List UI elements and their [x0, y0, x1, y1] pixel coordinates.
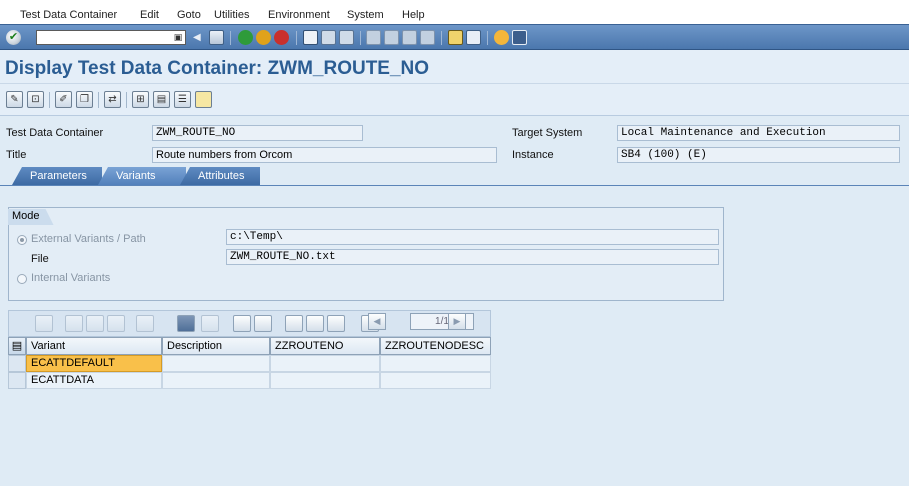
settings-icon[interactable]	[327, 315, 345, 332]
table-cell-variant[interactable]: ECATTDEFAULT	[26, 355, 162, 372]
copy-icon[interactable]: ❐	[76, 91, 93, 108]
title-field[interactable]: Route numbers from Orcom	[152, 147, 497, 163]
internal-variants-radio[interactable]	[17, 274, 27, 284]
tab-attributes[interactable]: Attributes	[180, 167, 260, 185]
other-object-icon[interactable]: ⊡	[27, 91, 44, 108]
delete-column-icon[interactable]	[201, 315, 219, 332]
title-label: Title	[6, 149, 27, 161]
append-row-icon[interactable]	[65, 315, 83, 332]
shortcut-icon[interactable]	[466, 30, 481, 45]
display-change-icon[interactable]: ✎	[6, 91, 23, 108]
file-label: File	[31, 253, 49, 265]
target-system-label: Target System	[512, 127, 583, 139]
edit-icon[interactable]: ✐	[55, 91, 72, 108]
insert-row-icon[interactable]	[86, 315, 104, 332]
path-field[interactable]: c:\Temp\	[226, 229, 719, 245]
copy-row-icon[interactable]	[136, 315, 154, 332]
tab-variants[interactable]: Variants	[98, 167, 186, 185]
details-grid-icon[interactable]	[254, 315, 272, 332]
table-cell-zzrouteno[interactable]	[270, 372, 380, 389]
next-page-icon[interactable]	[402, 30, 417, 45]
table-cell-zzrouteno[interactable]	[270, 355, 380, 372]
external-variants-radio[interactable]	[17, 235, 27, 245]
menu-test-data-container[interactable]: Test Data Container	[20, 9, 117, 21]
where-used-icon[interactable]: ⇄	[104, 91, 121, 108]
enter-check-icon[interactable]: ✔	[6, 30, 21, 45]
standard-toolbar: ✔ ▣ ◀	[0, 24, 909, 50]
info-icon[interactable]	[195, 91, 212, 108]
instance-label: Instance	[512, 149, 554, 161]
menu-bar: Test Data Container Edit Goto Utilities …	[0, 0, 909, 25]
application-toolbar: ✎ ⊡ ✐ ❐ ⇄ ⊞ ▤ ☰	[0, 84, 909, 116]
hierarchy-icon[interactable]: ⊞	[132, 91, 149, 108]
column-header-variant[interactable]: Variant	[26, 337, 162, 355]
row-selector[interactable]	[8, 355, 26, 372]
column-header-description[interactable]: Description	[162, 337, 270, 355]
find-icon[interactable]	[321, 30, 336, 45]
first-page-icon[interactable]	[366, 30, 381, 45]
exit-icon[interactable]	[256, 30, 271, 45]
cancel-icon[interactable]	[274, 30, 289, 45]
filter-icon[interactable]	[306, 315, 324, 332]
menu-edit[interactable]: Edit	[140, 9, 159, 21]
column-select-icon[interactable]	[177, 315, 195, 332]
print-grid-icon[interactable]	[233, 315, 251, 332]
last-page-icon[interactable]	[420, 30, 435, 45]
menu-environment[interactable]: Environment	[268, 9, 330, 21]
instance-field[interactable]: SB4 (100) (E)	[617, 147, 900, 163]
find-next-icon[interactable]	[339, 30, 354, 45]
select-all-icon[interactable]: ▤	[8, 337, 26, 355]
tdc-label: Test Data Container	[6, 127, 104, 139]
details-icon[interactable]: ☰	[174, 91, 191, 108]
tab-strip: Parameters Variants Attributes	[0, 167, 909, 185]
external-variants-label: External Variants / Path	[31, 233, 146, 245]
menu-system[interactable]: System	[347, 9, 384, 21]
layout-menu-icon[interactable]	[512, 30, 527, 45]
tdc-field[interactable]: ZWM_ROUTE_NO	[152, 125, 363, 141]
file-field[interactable]: ZWM_ROUTE_NO.txt	[226, 249, 719, 265]
menu-help[interactable]: Help	[402, 9, 425, 21]
delete-row-icon[interactable]	[107, 315, 125, 332]
page-title: Display Test Data Container: ZWM_ROUTE_N…	[5, 58, 430, 79]
page-next-button[interactable]: ▶	[448, 313, 466, 330]
column-header-zzrouteno[interactable]: ZZROUTENO	[270, 337, 380, 355]
command-history-icon[interactable]: ▣	[172, 31, 184, 43]
back-icon[interactable]	[238, 30, 253, 45]
save-icon[interactable]	[209, 30, 224, 45]
check-entries-icon[interactable]	[35, 315, 53, 332]
target-system-field[interactable]: Local Maintenance and Execution	[617, 125, 900, 141]
previous-page-icon[interactable]	[384, 30, 399, 45]
help-icon[interactable]	[494, 30, 509, 45]
menu-utilities[interactable]: Utilities	[214, 9, 249, 21]
display-object-icon[interactable]: ▤	[153, 91, 170, 108]
print-icon[interactable]	[303, 30, 318, 45]
table-cell-description[interactable]	[162, 355, 270, 372]
page-prev-button[interactable]: ◀	[368, 313, 386, 330]
table-cell-zzroutenodesc[interactable]	[380, 372, 491, 389]
table-cell-zzroutenodesc[interactable]	[380, 355, 491, 372]
row-selector[interactable]	[8, 372, 26, 389]
mode-group-title: Mode	[8, 209, 54, 225]
tab-parameters[interactable]: Parameters	[12, 167, 102, 185]
table-cell-variant[interactable]: ECATTDATA	[26, 372, 162, 389]
column-header-zzroutenodesc[interactable]: ZZROUTENODESC	[380, 337, 491, 355]
internal-variants-label: Internal Variants	[31, 272, 111, 284]
new-session-icon[interactable]	[448, 30, 463, 45]
menu-goto[interactable]: Goto	[177, 9, 201, 21]
left-arrow-icon[interactable]: ◀	[193, 30, 203, 45]
find-grid-icon[interactable]	[285, 315, 303, 332]
command-field[interactable]	[36, 30, 186, 45]
table-cell-description[interactable]	[162, 372, 270, 389]
